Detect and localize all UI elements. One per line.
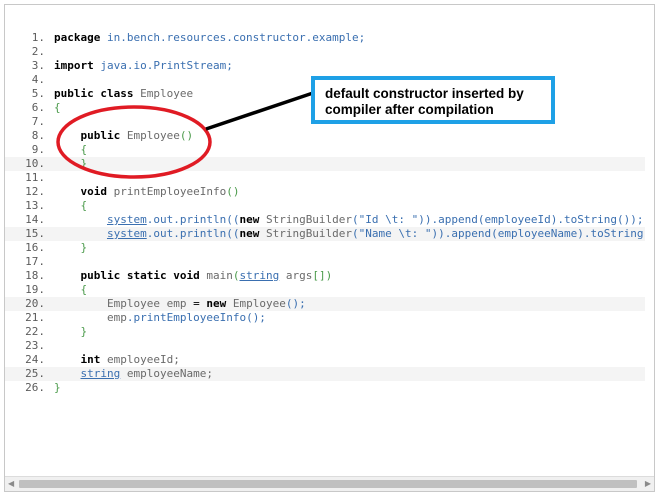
callout-line-1: default constructor inserted by [325, 86, 524, 101]
annotation-overlay [56, 91, 314, 179]
callout-pointer [205, 91, 314, 131]
scrollbar-thumb[interactable] [19, 480, 637, 488]
horizontal-scrollbar[interactable]: ◀ ▶ [5, 476, 654, 491]
highlight-ellipse [56, 105, 212, 179]
triangle-left-icon[interactable]: ◀ [8, 479, 14, 489]
callout-box: default constructor inserted by compiler… [311, 76, 555, 124]
triangle-right-icon[interactable]: ▶ [645, 479, 651, 489]
callout-line-2: compiler after compilation [325, 102, 494, 117]
